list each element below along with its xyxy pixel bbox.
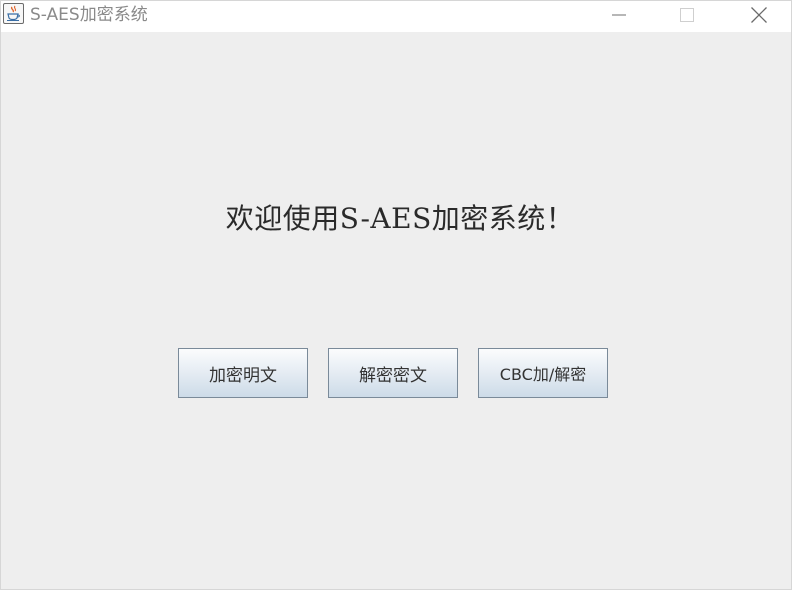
window-title: S-AES加密系统 — [30, 5, 148, 25]
close-button[interactable] — [736, 1, 782, 29]
welcome-heading: 欢迎使用S-AES加密系统！ — [225, 202, 575, 235]
cbc-encrypt-decrypt-button[interactable]: CBC加/解密 — [478, 348, 608, 398]
minimize-icon — [612, 14, 626, 16]
app-window: S-AES加密系统 欢迎使用S-AES加密系统！ 加密明文 解密密文 CBC加/… — [0, 0, 792, 590]
title-bar[interactable]: S-AES加密系统 — [1, 1, 791, 32]
encrypt-plaintext-button[interactable]: 加密明文 — [178, 348, 308, 398]
maximize-icon — [680, 8, 694, 22]
close-icon — [751, 7, 767, 23]
maximize-button[interactable] — [664, 1, 710, 29]
main-panel: 欢迎使用S-AES加密系统！ 加密明文 解密密文 CBC加/解密 — [1, 32, 791, 589]
minimize-button[interactable] — [596, 1, 642, 29]
decrypt-ciphertext-button[interactable]: 解密密文 — [328, 348, 458, 398]
java-app-icon[interactable] — [3, 3, 24, 24]
